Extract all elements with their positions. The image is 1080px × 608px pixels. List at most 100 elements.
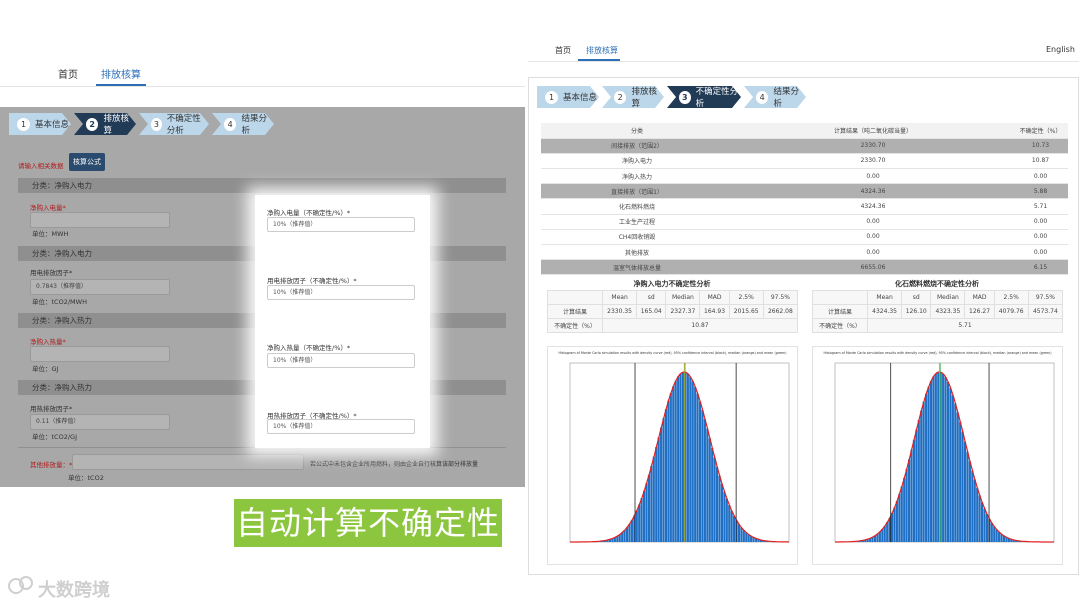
histogram-bar — [694, 386, 697, 542]
histogram-bar — [647, 474, 650, 542]
stats-table-power: Mean sd Median MAD 2.5% 97.5% 计算结果 2330.35 165.… — [547, 290, 799, 333]
histogram-bar — [990, 522, 993, 542]
histogram-bar — [903, 477, 906, 542]
unc-label: 净购入电量（不确定性/%）* — [267, 209, 351, 217]
histogram-bar — [706, 428, 709, 542]
step-4[interactable]: 4 结果分析 — [744, 86, 806, 108]
watermark-text: 大数跨境 — [38, 580, 110, 601]
histogram-bar — [985, 514, 988, 542]
cell-unc: 0.00 — [1013, 214, 1068, 230]
heat-factor-input[interactable]: 0.11（推荐值） — [30, 414, 170, 430]
histogram-bar — [963, 441, 967, 542]
histogram-bar — [993, 526, 996, 542]
histogram-bar — [720, 483, 723, 542]
cell-val: 0.00 — [733, 229, 1013, 246]
unc-label: 净购入热量（不确定性/%）* — [267, 344, 351, 352]
cell-val: 0.00 — [733, 214, 1013, 230]
left-stepper: 1 基本信息 2 排放核算 3 不确定性分析 4 结果分析 — [9, 113, 277, 135]
other-emission-input[interactable] — [72, 454, 304, 470]
histogram-bar — [951, 395, 954, 542]
step-1[interactable]: 1 基本信息 — [9, 113, 71, 135]
nav-emission[interactable]: 排放核算 — [586, 45, 618, 56]
analysis-title: 净购入电力不确定性分析 — [633, 280, 711, 288]
histogram-bar — [949, 388, 952, 542]
histogram-bar — [915, 429, 918, 542]
histogram-bar — [674, 380, 677, 542]
power-unc-input[interactable]: 10%（推荐值） — [267, 217, 415, 232]
step-2[interactable]: 2 排放核算 — [74, 113, 136, 135]
histogram-bar — [660, 427, 663, 542]
header-category: 分类 — [541, 123, 733, 139]
histogram-bar — [925, 393, 928, 542]
cell-unc: 5.88 — [1013, 183, 1068, 200]
histogram-bar — [625, 527, 629, 542]
step-2[interactable]: 2 排放核算 — [602, 86, 664, 108]
step-4[interactable]: 4 结果分析 — [212, 113, 274, 135]
table-row: 温室气体排放总量 6655.06 6.15 — [541, 259, 1068, 276]
header-uncertainty: 不确定性（%） — [1013, 123, 1068, 139]
histogram-bar — [946, 381, 950, 542]
power-factor-unc-input[interactable]: 10%（推荐值） — [267, 285, 415, 300]
histogram-bar — [956, 412, 959, 542]
language-switch[interactable]: English — [1046, 45, 1075, 54]
histogram-bar — [623, 530, 626, 542]
histogram-bar — [635, 510, 638, 542]
nav-home[interactable]: 首页 — [58, 66, 78, 81]
histogram-bar — [655, 447, 658, 542]
histogram-svg: Histogram of Monte Carlo simulation resu… — [558, 351, 790, 543]
heat-unc-input[interactable]: 10%（推荐值） — [267, 353, 415, 368]
histogram-bar — [981, 502, 984, 542]
nav-divider — [0, 86, 525, 87]
histogram-bar — [672, 386, 675, 542]
histogram-bar — [643, 490, 646, 542]
histogram-bar — [942, 373, 945, 542]
table-header: 分类 计算结果（吨二氧化碳当量） 不确定性（%） — [541, 123, 1068, 139]
table-row: 其他排放 0.00 0.00 — [541, 244, 1068, 261]
heat-factor-unc-input[interactable]: 10%（推荐值） — [267, 419, 415, 434]
power-factor-input[interactable]: 0.7843（推荐值） — [30, 279, 170, 295]
cell-val: 2330.70 — [733, 138, 1013, 154]
histogram-bar — [662, 418, 665, 542]
other-label: 其他排放量：* — [30, 461, 73, 469]
step-3[interactable]: 3 不确定性分析 — [139, 113, 209, 135]
table-row: 净购入热力 0.00 0.00 — [541, 168, 1068, 185]
nav-emission[interactable]: 排放核算 — [101, 66, 141, 81]
histogram-bar — [898, 493, 901, 542]
histogram-bar — [966, 451, 969, 542]
step-3[interactable]: 3 不确定性分析 — [667, 86, 741, 108]
histogram-bar — [701, 409, 704, 542]
cell-unc: 0.00 — [1013, 229, 1068, 246]
cell-unc: 5.71 — [1013, 198, 1068, 215]
histogram-svg: Histogram of Monte Carlo simulation resu… — [823, 351, 1055, 543]
cell-val: 4324.36 — [733, 183, 1013, 200]
histogram-bar — [733, 515, 736, 542]
histogram-bar — [917, 419, 920, 542]
unit-label: 单位：MWH — [32, 230, 69, 238]
unit-label: 单位：tCO2/GJ — [32, 433, 77, 441]
unit-label: 单位：tCO2/MWH — [32, 298, 87, 306]
purchased-heat-input[interactable] — [30, 346, 170, 362]
histogram-bar — [890, 512, 894, 542]
histogram-bar — [961, 431, 964, 542]
histogram-bar — [686, 373, 689, 542]
nav-divider — [528, 61, 1079, 62]
cell-cat: 净购入电力 — [541, 153, 733, 170]
histogram-bar — [689, 376, 692, 542]
histogram-bar — [742, 530, 745, 542]
histogram-bar — [703, 419, 706, 542]
histogram-bar — [740, 527, 743, 542]
histogram-bar — [922, 401, 925, 542]
histogram-bar — [681, 372, 685, 542]
histogram-bar — [638, 504, 641, 542]
unc-label: 用电排放因子（不确定性/%）* — [267, 277, 357, 285]
formula-button[interactable]: 核算公式 — [69, 153, 105, 171]
uncertainty-highlight: 净购入电量（不确定性/%）* 10%（推荐值） 用电排放因子（不确定性/%）* … — [255, 195, 430, 448]
histogram-bar — [650, 465, 653, 542]
histogram-bar — [998, 532, 1001, 542]
histogram-bar — [723, 491, 726, 542]
logo-icon — [8, 574, 34, 596]
purchased-power-input[interactable] — [30, 212, 170, 228]
step-1[interactable]: 1 基本信息 — [537, 86, 599, 108]
other-unit: 单位：tCO2 — [68, 474, 104, 482]
nav-home[interactable]: 首页 — [555, 45, 571, 56]
